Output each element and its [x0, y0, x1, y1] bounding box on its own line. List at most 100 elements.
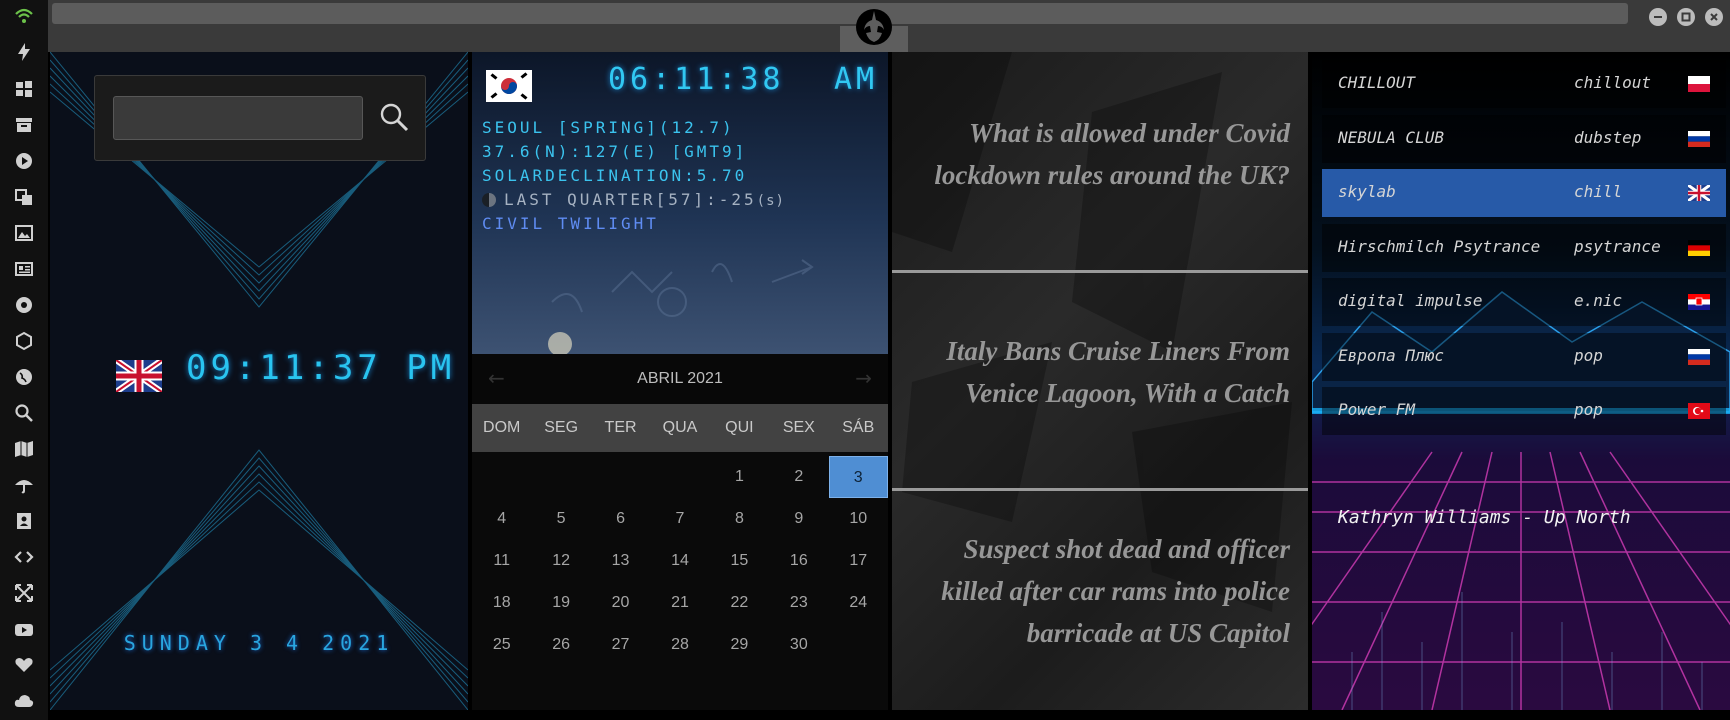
calendar-week-row: 25 26 27 28 29 30: [472, 624, 888, 666]
calendar-day[interactable]: 25: [472, 624, 531, 666]
image-icon[interactable]: [14, 223, 34, 243]
station-row[interactable]: Европа Плюс pop: [1322, 333, 1726, 381]
hexagon-icon[interactable]: [14, 331, 34, 351]
calendar-day[interactable]: 22: [710, 582, 769, 624]
calendar-day[interactable]: 24: [829, 582, 888, 624]
calendar-day[interactable]: 28: [650, 624, 709, 666]
station-row[interactable]: skylab chill: [1322, 169, 1726, 217]
news-panel: What is allowed under Covid lockdown rul…: [892, 52, 1308, 710]
calendar-day[interactable]: 19: [531, 582, 590, 624]
calendar-day[interactable]: 15: [710, 540, 769, 582]
world-time: 06:11:38: [608, 62, 785, 97]
calendar-day[interactable]: 2: [769, 456, 828, 498]
calendar-day[interactable]: 14: [650, 540, 709, 582]
news-divider: [892, 488, 1308, 491]
local-clock-panel: 09:11:37 PM SUNDAY 3 4 2021: [50, 52, 468, 710]
code-icon[interactable]: [14, 547, 34, 567]
weekday-header: DOM SEG TER QUA QUI SEX SÁB: [472, 404, 888, 452]
station-genre: e.nic: [1574, 291, 1623, 310]
translate-icon[interactable]: [14, 187, 34, 207]
rebel-alliance-icon[interactable]: [853, 6, 895, 48]
calendar-day[interactable]: 30: [769, 624, 828, 666]
cloud-icon[interactable]: [14, 691, 34, 711]
calendar-day[interactable]: 6: [591, 498, 650, 540]
globe-icon[interactable]: [14, 367, 34, 387]
declination-line: SOLARDECLINATION:5.70: [482, 166, 748, 185]
calendar-day[interactable]: 5: [531, 498, 590, 540]
calendar-week-row: 18 19 20 21 22 23 24: [472, 582, 888, 624]
station-row[interactable]: Hirschmilch Psytrance psytrance: [1322, 224, 1726, 272]
radio-panel: CHILLOUT chillout NEBULA CLUB dubstep skylab…: [1312, 52, 1730, 710]
calendar-day: [472, 456, 531, 498]
germany-flag-icon: [1688, 240, 1710, 256]
calendar-day[interactable]: 11: [472, 540, 531, 582]
poland-flag-icon: [1688, 76, 1710, 92]
calendar-panel: ← ABRIL 2021 → DOM SEG TER QUA QUI SEX SÁB 123…: [472, 354, 888, 710]
title-bar[interactable]: [52, 3, 1628, 24]
station-genre: pop: [1574, 346, 1603, 365]
wifi-icon[interactable]: [14, 6, 34, 26]
calendar-day[interactable]: 13: [591, 540, 650, 582]
minimize-button[interactable]: [1649, 8, 1667, 26]
calendar-day[interactable]: 4: [472, 498, 531, 540]
station-row[interactable]: CHILLOUT chillout: [1322, 60, 1726, 108]
station-name: skylab: [1338, 182, 1396, 201]
maximize-button[interactable]: [1677, 8, 1695, 26]
calendar-day-today[interactable]: 3: [828, 456, 888, 498]
calendar-day[interactable]: 29: [710, 624, 769, 666]
calendar-day[interactable]: 17: [829, 540, 888, 582]
next-month-button[interactable]: →: [855, 366, 872, 390]
heart-icon[interactable]: [14, 655, 34, 675]
moon-phase-line: LAST QUARTER[57]:-25(s): [482, 190, 785, 209]
uk-flag-icon: [116, 360, 162, 392]
station-row[interactable]: NEBULA CLUB dubstep: [1322, 115, 1726, 163]
news-headline[interactable]: Italy Bans Cruise Liners From Venice Lag…: [912, 330, 1290, 414]
station-genre: chillout: [1574, 73, 1652, 92]
search-icon[interactable]: [379, 102, 409, 132]
calendar-day[interactable]: 8: [710, 498, 769, 540]
station-genre: chill: [1574, 182, 1623, 201]
calendar-day: [650, 456, 709, 498]
rebel-icon[interactable]: [14, 295, 34, 315]
station-row[interactable]: Power FM pop: [1322, 387, 1726, 435]
close-button[interactable]: [1705, 8, 1723, 26]
calendar-title: ABRIL 2021: [637, 370, 723, 387]
weekday-label: QUA: [662, 419, 698, 436]
umbrella-icon[interactable]: [14, 475, 34, 495]
station-row[interactable]: digital impulse e.nic: [1322, 278, 1726, 326]
icon-sidebar: [0, 0, 48, 720]
calendar-day[interactable]: 10: [829, 498, 888, 540]
bolt-icon[interactable]: [14, 42, 34, 62]
expand-icon[interactable]: [14, 583, 34, 603]
news-icon[interactable]: [14, 259, 34, 279]
archive-icon[interactable]: [14, 115, 34, 135]
calendar-day[interactable]: 9: [769, 498, 828, 540]
weekday-label: SÁB: [842, 419, 875, 436]
windows-icon[interactable]: [14, 79, 34, 99]
search-input[interactable]: [113, 96, 363, 140]
croatia-flag-icon: [1688, 294, 1710, 310]
contacts-icon[interactable]: [14, 511, 34, 531]
calendar-day[interactable]: 16: [769, 540, 828, 582]
news-headline[interactable]: Suspect shot dead and officer killed aft…: [912, 528, 1290, 654]
calendar-day[interactable]: 23: [769, 582, 828, 624]
play-icon[interactable]: [14, 151, 34, 171]
news-headline[interactable]: What is allowed under Covid lockdown rul…: [912, 112, 1290, 196]
calendar-day[interactable]: 21: [650, 582, 709, 624]
map-icon[interactable]: [14, 439, 34, 459]
local-time: 09:11:37 PM: [186, 348, 456, 388]
calendar-day[interactable]: 1: [710, 456, 769, 498]
calendar-day[interactable]: 27: [591, 624, 650, 666]
youtube-icon[interactable]: [14, 619, 34, 639]
calendar-day: [531, 456, 590, 498]
calendar-day[interactable]: 26: [531, 624, 590, 666]
calendar-day[interactable]: 12: [531, 540, 590, 582]
calendar-day[interactable]: 20: [591, 582, 650, 624]
now-playing: Kathryn Williams - Up North: [1338, 507, 1631, 528]
search-icon[interactable]: [14, 403, 34, 423]
calendar-day[interactable]: 18: [472, 582, 531, 624]
top-bar: [48, 0, 1730, 52]
moon-phase-icon: [482, 193, 496, 207]
calendar-day[interactable]: 7: [650, 498, 709, 540]
turkey-flag-icon: [1688, 403, 1710, 419]
